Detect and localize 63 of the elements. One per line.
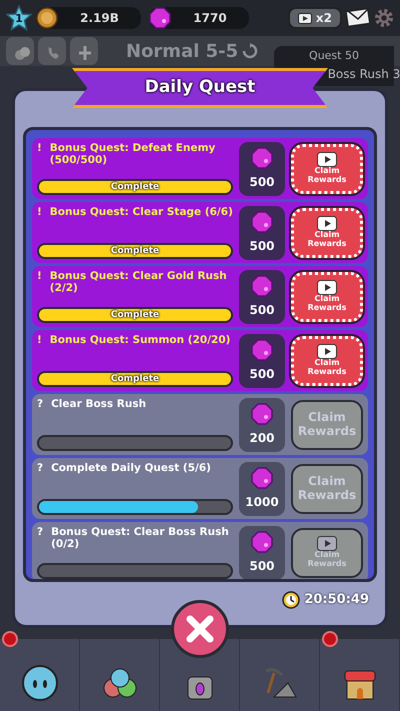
quest-marker: ! (37, 206, 42, 218)
reward-amount: 500 (249, 238, 275, 254)
countdown-timer: 20:50:49 (304, 591, 369, 609)
claim-rewards-button[interactable]: Claim Rewards (291, 208, 363, 258)
settings-icon[interactable] (374, 8, 394, 28)
level-number: 1 (15, 11, 23, 27)
phone-button[interactable] (38, 37, 66, 65)
quest-marker: ! (37, 334, 42, 346)
quest-title: Bonus Quest: Clear Boss Rush (0/2) (51, 526, 230, 550)
quest-marker: ! (37, 142, 42, 156)
quest-marker: ? (37, 526, 44, 540)
gem-icon (251, 338, 273, 360)
video-icon (298, 12, 312, 24)
stage-label: Normal 5-5 (126, 40, 238, 64)
video-icon (317, 280, 337, 296)
gem-icon (251, 402, 273, 424)
claim-rewards-button[interactable]: Claim Rewards (291, 272, 363, 322)
reward-amount: 500 (249, 302, 275, 318)
progress-label: Complete (110, 309, 160, 321)
star-icon (6, 5, 32, 31)
coin-amount: 2.19B (79, 10, 120, 27)
quest-title: Clear Boss Rush (51, 398, 146, 410)
reward-amount: 1000 (245, 494, 279, 510)
gem-icon (251, 274, 273, 296)
reward-amount: 500 (249, 558, 275, 574)
quest-title: Bonus Quest: Summon (20/20) (50, 334, 230, 346)
quest-task: Boss Rush 3 (328, 66, 400, 82)
reward-amount: 200 (249, 430, 275, 446)
gem-amount: 1770 (192, 10, 228, 27)
close-icon (185, 614, 215, 644)
slime-icon[interactable] (20, 663, 60, 703)
gem-icon (251, 210, 273, 232)
quest-marker: ! (37, 270, 42, 284)
coin-icon (36, 7, 58, 29)
quest-title: Bonus Quest: Clear Gold Rush (2/2) (50, 270, 228, 294)
dialog-title: Daily Quest (72, 68, 328, 108)
quest-title: Bonus Quest: Clear Stage (6/6) (50, 206, 233, 218)
mail-icon[interactable] (346, 8, 370, 28)
ad-boost-button[interactable]: x2 (288, 7, 342, 29)
progress-label: Complete (110, 181, 160, 193)
progress-label: Complete (110, 245, 160, 257)
gem-icon (251, 146, 273, 168)
video-icon (317, 344, 337, 360)
reward-amount: 500 (249, 174, 275, 190)
gem-icon (251, 466, 273, 488)
reward-amount: 500 (249, 366, 275, 382)
gem-icon (251, 530, 273, 552)
quest-marker: ? (37, 462, 44, 474)
coins-button[interactable] (6, 37, 34, 65)
quest-title: Complete Daily Quest (5/6) (51, 462, 211, 474)
video-icon (317, 216, 337, 232)
quest-number: Quest 50 (309, 48, 359, 64)
quest-marker: ? (37, 398, 44, 410)
video-icon (317, 152, 337, 168)
progress-label: Complete (110, 373, 160, 385)
claim-rewards-button[interactable]: Claim Rewards (291, 336, 363, 386)
video-icon (317, 536, 337, 552)
plus-button[interactable] (70, 37, 98, 65)
quest-title: Bonus Quest: Defeat Enemy (500/500) (50, 142, 216, 166)
claim-rewards-button[interactable]: Claim Rewards (291, 144, 363, 194)
refresh-icon[interactable] (242, 43, 258, 59)
clock-icon (282, 590, 300, 609)
gem-icon (149, 7, 171, 29)
